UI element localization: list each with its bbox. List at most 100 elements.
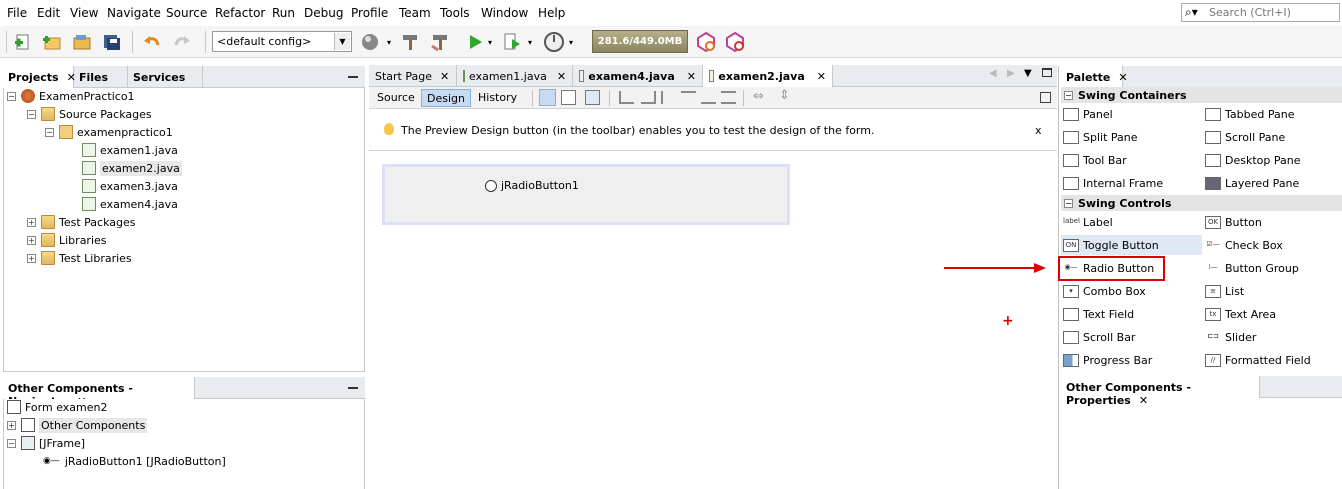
tree-item-source-packages[interactable]: − Source Packages xyxy=(27,105,152,123)
tab-navigator[interactable]: Other Components - Navigator✕ xyxy=(3,377,195,408)
menu-help[interactable]: Help xyxy=(538,6,565,20)
align-left-icon[interactable] xyxy=(619,91,634,104)
palette-item-combo-box[interactable]: ▾ Combo Box xyxy=(1063,281,1146,301)
tab-files[interactable]: Files xyxy=(74,66,128,88)
palette-item-check-box[interactable]: ☑— Check Box xyxy=(1205,235,1283,255)
align-bottom-icon[interactable] xyxy=(701,91,716,104)
menu-team[interactable]: Team xyxy=(399,6,431,20)
align-right-icon[interactable] xyxy=(641,91,656,104)
chevron-down-icon[interactable]: ▼ xyxy=(334,33,350,50)
close-icon[interactable]: ✕ xyxy=(1118,71,1127,84)
palette-item-desktop-pane[interactable]: Desktop Pane xyxy=(1205,150,1300,170)
category-swing-containers[interactable]: − Swing Containers xyxy=(1061,87,1342,103)
profile-dropdown-icon[interactable]: ▾ xyxy=(566,30,576,54)
tree-item-test-libraries[interactable]: + Test Libraries xyxy=(27,249,132,267)
tab-list-icon[interactable]: ▼ xyxy=(1024,68,1032,79)
category-swing-controls[interactable]: − Swing Controls xyxy=(1061,195,1342,211)
tree-item-examen1[interactable]: examen1.java xyxy=(82,141,178,159)
tree-item-examen3[interactable]: examen3.java xyxy=(82,177,178,195)
close-icon[interactable]: ✕ xyxy=(817,70,826,83)
center-vertically-icon[interactable] xyxy=(721,91,736,104)
menu-file[interactable]: File xyxy=(7,6,27,20)
scroll-right-icon[interactable]: ▶ xyxy=(1007,68,1015,79)
palette-item-panel[interactable]: Panel xyxy=(1063,104,1113,124)
palette-item-progress-bar[interactable]: Progress Bar xyxy=(1063,350,1152,370)
nav-item-jframe[interactable]: − [JFrame] xyxy=(7,434,85,452)
tab-examen4[interactable]: examen4.java ✕ xyxy=(573,65,703,87)
scroll-left-icon[interactable]: ◀ xyxy=(989,68,997,79)
nav-item-radio[interactable]: ◉— jRadioButton1 [JRadioButton] xyxy=(43,452,226,470)
preview-design-icon[interactable] xyxy=(585,90,600,105)
close-icon[interactable]: ✕ xyxy=(687,70,696,83)
tab-projects[interactable]: Projects ✕ xyxy=(3,66,76,88)
menu-source[interactable]: Source xyxy=(166,6,207,20)
collapse-icon[interactable]: − xyxy=(1064,198,1073,208)
change-vertical-resizability-icon[interactable]: ⇕ xyxy=(779,88,790,103)
palette-item-layered-pane[interactable]: Layered Pane xyxy=(1205,173,1299,193)
palette-item-label[interactable]: label Label xyxy=(1063,212,1113,232)
tab-properties[interactable]: Other Components - Properties ✕ xyxy=(1061,376,1260,407)
palette-item-scroll-bar[interactable]: Scroll Bar xyxy=(1063,327,1135,347)
menu-navigate[interactable]: Navigate xyxy=(107,6,161,20)
search-input[interactable]: ⌕▾ Search (Ctrl+I) xyxy=(1181,3,1340,22)
palette-item-button[interactable]: OK Button xyxy=(1205,212,1262,232)
run-dropdown-icon[interactable]: ▾ xyxy=(485,30,495,54)
nav-item-form[interactable]: Form examen2 xyxy=(7,398,107,416)
menu-view[interactable]: View xyxy=(70,6,98,20)
hint-close-button[interactable]: x xyxy=(1035,124,1042,137)
palette-item-text-area[interactable]: tx Text Area xyxy=(1205,304,1276,324)
menu-run[interactable]: Run xyxy=(272,6,295,20)
collapse-icon[interactable]: − xyxy=(7,438,16,448)
close-icon[interactable]: ✕ xyxy=(557,70,566,83)
tab-examen1[interactable]: examen1.java ✕ xyxy=(457,65,573,87)
new-project-icon[interactable] xyxy=(40,30,64,54)
minimize-icon[interactable] xyxy=(348,387,358,389)
build-hammer-icon[interactable] xyxy=(398,30,422,54)
change-horizontal-resizability-icon[interactable]: ⇔ xyxy=(753,89,764,104)
tab-examen2[interactable]: examen2.java ✕ xyxy=(703,65,833,87)
globe-icon[interactable] xyxy=(359,30,383,54)
profile-snapshot-icon[interactable] xyxy=(723,30,747,54)
tab-start-page[interactable]: Start Page ✕ xyxy=(369,65,457,87)
open-project-icon[interactable] xyxy=(70,30,94,54)
tab-palette[interactable]: Palette ✕ xyxy=(1061,66,1128,88)
menu-profile[interactable]: Profile xyxy=(351,6,388,20)
debug-dropdown-icon[interactable]: ▾ xyxy=(525,30,535,54)
center-horizontally-icon[interactable] xyxy=(661,91,676,104)
profile-icon[interactable] xyxy=(542,30,566,54)
view-design-button[interactable]: Design xyxy=(421,89,471,107)
tree-item-libraries[interactable]: + Libraries xyxy=(27,231,107,249)
config-select[interactable]: <default config> ▼ xyxy=(212,31,352,52)
jradiobutton-component[interactable]: jRadioButton1 xyxy=(485,179,579,192)
save-all-icon[interactable] xyxy=(100,30,124,54)
palette-item-text-field[interactable]: Text Field xyxy=(1063,304,1134,324)
expand-icon[interactable]: + xyxy=(7,420,16,430)
tree-item-examen4[interactable]: examen4.java xyxy=(82,195,178,213)
palette-item-formatted-field[interactable]: // Formatted Field xyxy=(1205,350,1311,370)
collapse-icon[interactable]: − xyxy=(7,91,16,101)
maximize-icon[interactable] xyxy=(1042,68,1052,77)
palette-item-scroll-pane[interactable]: Scroll Pane xyxy=(1205,127,1285,147)
clean-build-icon[interactable] xyxy=(428,30,452,54)
palette-item-slider[interactable]: ⊏⊐ Slider xyxy=(1205,327,1256,347)
collapse-icon[interactable]: − xyxy=(45,127,54,137)
tree-item-project[interactable]: − ExamenPractico1 xyxy=(7,87,135,105)
palette-item-button-group[interactable]: ⁞— Button Group xyxy=(1205,258,1299,278)
jframe-form[interactable] xyxy=(382,164,790,225)
close-icon[interactable]: ✕ xyxy=(1139,394,1148,407)
tree-item-package[interactable]: − examenpractico1 xyxy=(45,123,173,141)
palette-item-tool-bar[interactable]: Tool Bar xyxy=(1063,150,1127,170)
connection-mode-icon[interactable] xyxy=(561,90,576,105)
tab-services[interactable]: Services xyxy=(128,66,203,88)
tree-item-test-packages[interactable]: + Test Packages xyxy=(27,213,135,231)
gc-icon[interactable] xyxy=(694,30,718,54)
palette-item-split-pane[interactable]: Split Pane xyxy=(1063,127,1138,147)
palette-item-tabbed-pane[interactable]: Tabbed Pane xyxy=(1205,104,1294,124)
expand-icon[interactable]: + xyxy=(27,253,36,263)
align-top-icon[interactable] xyxy=(681,91,696,104)
menu-debug[interactable]: Debug xyxy=(304,6,343,20)
palette-item-list[interactable]: ≡ List xyxy=(1205,281,1244,301)
selection-mode-icon[interactable] xyxy=(539,89,556,106)
run-icon[interactable] xyxy=(463,30,487,54)
collapse-icon[interactable]: − xyxy=(1064,90,1073,100)
